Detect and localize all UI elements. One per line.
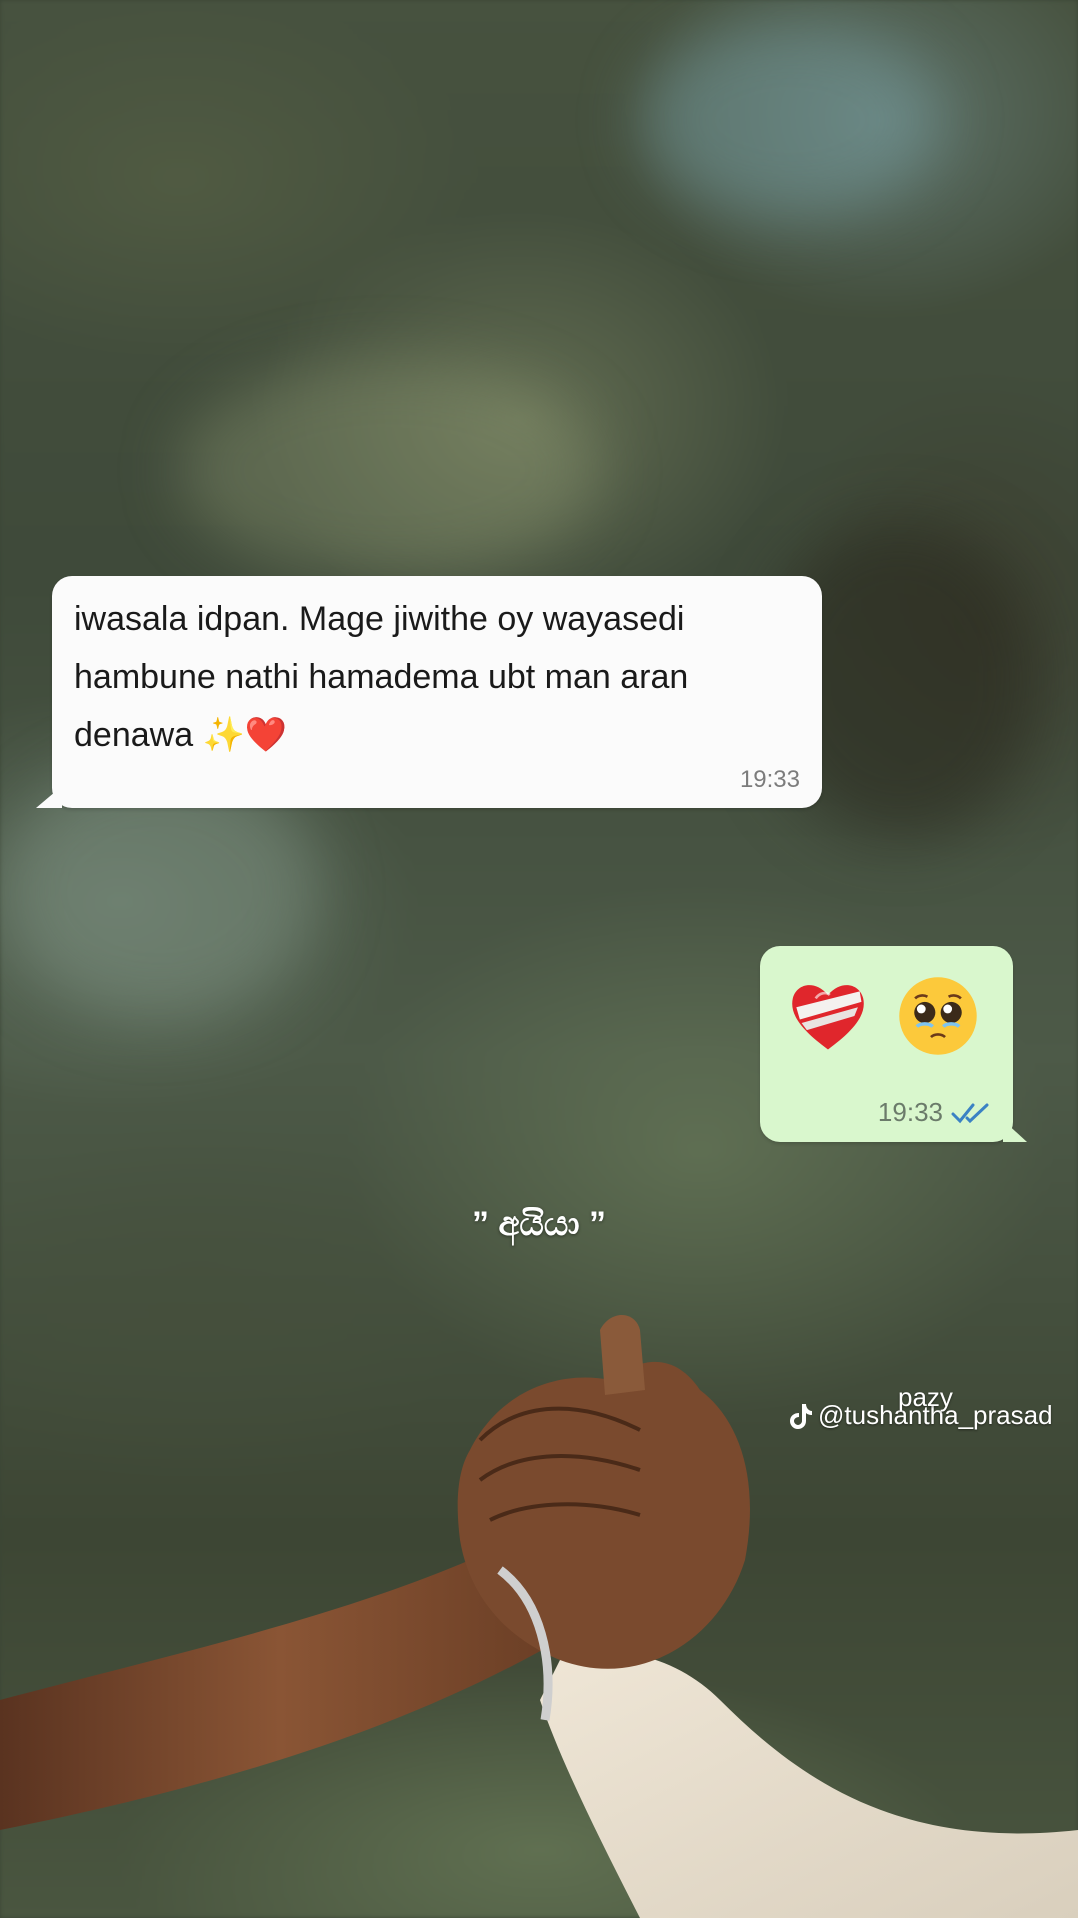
mending-heart-icon [792,985,864,1050]
bokeh-blob [180,360,600,580]
outgoing-message-time: 19:33 [877,1097,943,1127]
incoming-message-text: iwasala idpan. Mage jiwithe oy wayasedi … [74,600,689,754]
outgoing-message-bubble[interactable]: 19:33 [760,946,1027,1142]
incoming-message-time: 19:33 [739,766,800,793]
incoming-message-bubble[interactable]: iwasala idpan. Mage jiwithe oy wayasedi … [36,576,822,808]
bokeh-blob [640,20,940,220]
double-check-read-icon [951,1103,989,1124]
holding-hands-photo [0,1315,1078,1918]
outgoing-emoji-row [784,972,982,1060]
caption-text: ” අයියා ” [472,1205,606,1243]
pleading-face-icon [899,977,977,1055]
